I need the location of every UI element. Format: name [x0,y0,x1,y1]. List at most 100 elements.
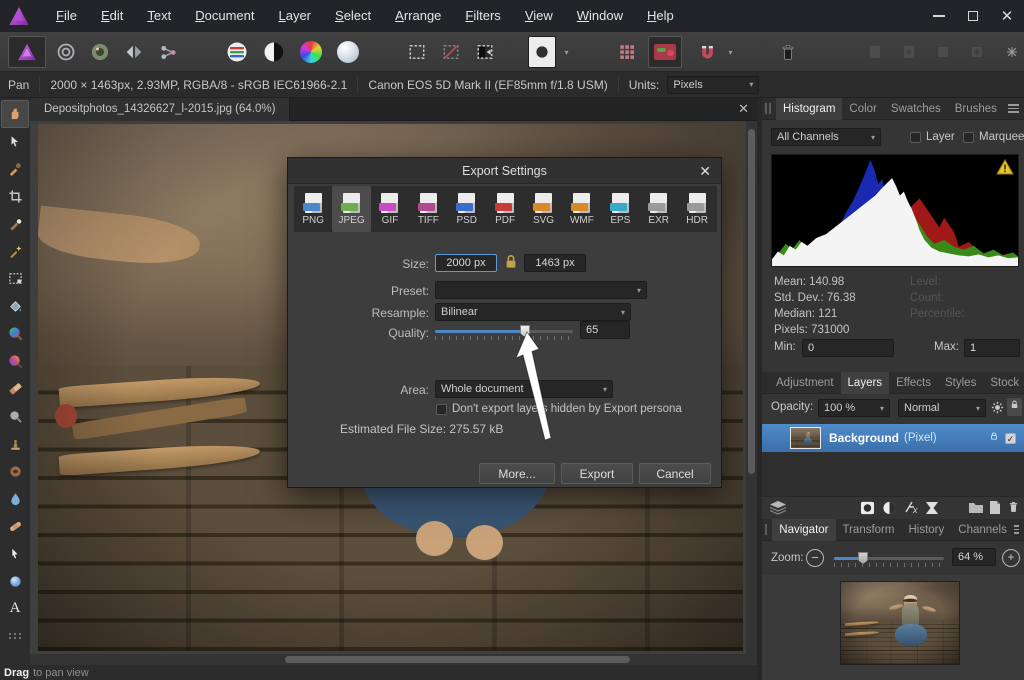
photo-persona-button[interactable] [8,36,46,68]
tab-swatches[interactable]: Swatches [884,98,948,120]
warning-icon[interactable] [996,159,1014,175]
color-picker-tool[interactable] [1,155,29,183]
tab-transform[interactable]: Transform [836,519,902,541]
node-tool[interactable] [1,540,29,568]
vertical-scrollbar[interactable] [746,121,757,654]
color-wheel-adjustment-icon[interactable] [296,36,326,68]
tab-history[interactable]: History [901,519,951,541]
burn-tool[interactable] [1,458,29,486]
snapping-dropdown[interactable]: ▾ [722,36,736,68]
export-button[interactable]: Export [561,463,633,484]
min-input[interactable]: 0 [802,339,894,357]
format-jpeg[interactable]: JPEG [332,186,370,232]
document-tab[interactable]: Depositphotos_14326627_l-2015.jpg (64.0%… [30,98,290,121]
menu-document[interactable]: Document [183,0,266,32]
develop-persona-button[interactable] [84,36,116,68]
tab-stock[interactable]: Stock [983,372,1024,394]
resample-select[interactable]: Bilinear▾ [435,303,631,321]
layer-row-background[interactable]: Background (Pixel) ✓ [762,424,1024,452]
max-input[interactable]: 1 [964,339,1020,357]
hidden-layers-checkbox[interactable] [436,404,447,415]
zoom-out-button[interactable]: − [806,549,824,567]
move-tool[interactable] [1,128,29,156]
marquee-checkbox[interactable] [963,132,974,143]
tab-styles[interactable]: Styles [938,372,983,394]
view-close-icon[interactable]: ✕ [730,101,757,117]
menu-file[interactable]: File [44,0,89,32]
tab-histogram[interactable]: Histogram [776,98,842,120]
hsl-adjustment-icon[interactable] [222,36,252,68]
format-psd[interactable]: PSD [448,186,486,232]
dialog-close-icon[interactable]: ✕ [699,158,711,184]
format-eps[interactable]: EPS [601,186,639,232]
height-input[interactable]: 1463 px [524,254,586,272]
maximize-button[interactable] [956,0,990,32]
menu-help[interactable]: Help [635,0,686,32]
cancel-button[interactable]: Cancel [639,463,711,484]
more-tools[interactable] [1,623,29,651]
format-svg[interactable]: SVG [524,186,562,232]
tab-color[interactable]: Color [842,98,883,120]
toolbar-overflow-icon[interactable] [1004,36,1020,68]
vertical-scrollbar-thumb[interactable] [748,129,755,474]
clone-stamp-tool[interactable] [1,430,29,458]
layer-visibility-checkbox[interactable]: ✓ [1005,433,1016,444]
quick-mask-button[interactable] [528,36,556,68]
panel-menu-icon[interactable] [1008,104,1019,113]
quality-input[interactable]: 65 [580,321,630,339]
aspect-lock-icon[interactable] [504,253,518,275]
panel-grip[interactable] [765,103,772,114]
layer-row-lock-icon[interactable] [989,429,999,447]
marquee-tool[interactable] [1,265,29,293]
tab-navigator[interactable]: Navigator [772,519,835,541]
blur-tool[interactable] [1,485,29,513]
zoom-slider[interactable] [834,557,944,567]
grid-toggle-icon[interactable] [612,36,642,68]
menu-edit[interactable]: Edit [89,0,135,32]
zoom-in-button[interactable]: + [1002,549,1020,567]
dodge-tool[interactable] [1,403,29,431]
navigator-thumbnail[interactable] [840,581,960,665]
tab-channels[interactable]: Channels [951,519,1014,541]
export-persona-button[interactable] [152,36,184,68]
area-select[interactable]: Whole document▾ [435,380,613,398]
panel-menu-icon[interactable] [1014,525,1019,534]
new-layer-icon[interactable] [988,500,1002,520]
black-white-adjustment-icon[interactable] [259,36,289,68]
healing-brush-tool[interactable] [1,210,29,238]
menu-layer[interactable]: Layer [266,0,323,32]
horizontal-scrollbar-thumb[interactable] [285,656,630,663]
blend-mode-select[interactable]: Normal ▾ [898,399,986,417]
tab-adjustment[interactable]: Adjustment [769,372,841,394]
group-folder-icon[interactable] [968,501,984,519]
quality-slider-track[interactable] [435,330,573,333]
eraser-tool[interactable] [1,375,29,403]
format-png[interactable]: PNG [294,186,332,232]
delete-icon[interactable] [772,36,804,68]
menu-filters[interactable]: Filters [453,0,512,32]
quick-mask-dropdown[interactable]: ▾ [558,36,572,68]
snapping-magnet-icon[interactable] [692,36,722,68]
close-button[interactable]: ✕ [990,0,1024,32]
menu-text[interactable]: Text [135,0,183,32]
format-hdr[interactable]: HDR [678,186,716,232]
menu-select[interactable]: Select [323,0,383,32]
tab-brushes[interactable]: Brushes [948,98,1004,120]
paint-brush-tool[interactable] [1,320,29,348]
quality-slider[interactable] [435,330,573,340]
adjustment-layer-icon[interactable] [882,501,897,520]
minimize-button[interactable] [922,0,956,32]
format-pdf[interactable]: PDF [486,186,524,232]
pixel-tool[interactable] [1,348,29,376]
layer-settings-gear-icon[interactable] [990,400,1005,420]
selection-refine-icon[interactable] [470,36,500,68]
fx-icon[interactable]: x [904,500,920,520]
layer-lock-icon[interactable] [1007,398,1022,416]
flood-select-tool[interactable] [1,293,29,321]
opacity-select[interactable]: 100 % ▾ [818,399,890,417]
smudge-tool[interactable] [1,513,29,541]
layer-checkbox[interactable] [910,132,921,143]
format-exr[interactable]: EXR [640,186,678,232]
text-tool[interactable]: A [1,595,29,623]
zoom-value-input[interactable]: 64 % [952,548,996,566]
